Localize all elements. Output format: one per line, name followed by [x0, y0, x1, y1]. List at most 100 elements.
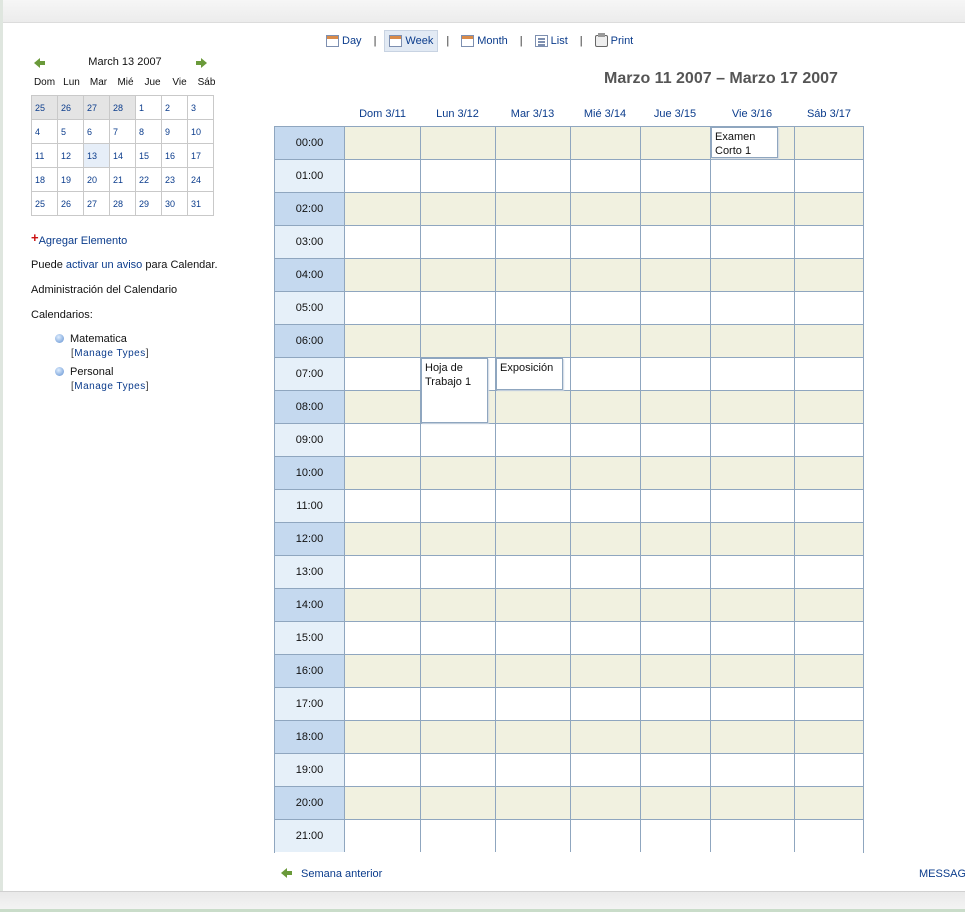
mini-calendar-day[interactable]: 13: [83, 143, 110, 168]
weekday-label: Sáb: [197, 77, 216, 88]
hour-label[interactable]: 11:00: [275, 490, 345, 522]
day-column-header[interactable]: Vie 3/16: [710, 108, 794, 120]
messages-link[interactable]: MESSAGES: [919, 868, 965, 880]
mini-calendar-day[interactable]: 5: [57, 119, 84, 144]
mini-calendar-day[interactable]: 17: [187, 143, 214, 168]
calendar-event[interactable]: Hoja de Trabajo 1: [421, 358, 488, 423]
hour-label[interactable]: 19:00: [275, 754, 345, 786]
hour-label[interactable]: 14:00: [275, 589, 345, 621]
next-month-arrow-icon[interactable]: [195, 58, 207, 68]
hour-label[interactable]: 16:00: [275, 655, 345, 687]
hour-label[interactable]: 02:00: [275, 193, 345, 225]
day-column-header[interactable]: Mar 3/13: [495, 108, 570, 120]
mini-calendar-day[interactable]: 19: [57, 167, 84, 192]
hour-row: 05:00: [275, 292, 863, 325]
week-grid: 00:00 01:00 02:00 03:00 04:00 05:00 06:00 07:00…: [274, 126, 864, 853]
mini-calendar-day[interactable]: 8: [135, 119, 162, 144]
hour-label[interactable]: 06:00: [275, 325, 345, 357]
hour-label[interactable]: 09:00: [275, 424, 345, 456]
mini-calendar-day[interactable]: 25: [31, 191, 58, 216]
calendar-item-personal[interactable]: Personal: [55, 366, 113, 378]
calendar-event[interactable]: Exposición: [496, 358, 563, 390]
day-column-header[interactable]: Mié 3/14: [570, 108, 640, 120]
mini-calendar-day[interactable]: 9: [161, 119, 188, 144]
hour-row: 07:00: [275, 358, 863, 391]
mini-calendar-day[interactable]: 28: [109, 191, 136, 216]
calendar-event[interactable]: Examen Corto 1: [711, 127, 778, 158]
day-view-button[interactable]: Day: [322, 31, 366, 51]
mini-calendar-day[interactable]: 20: [83, 167, 110, 192]
calendar-admin-link[interactable]: Administración del Calendario: [31, 284, 177, 296]
toolbar-separator: |: [446, 35, 450, 47]
calendar-item-matematica[interactable]: Matematica: [55, 333, 127, 345]
mini-calendar-day[interactable]: 27: [83, 191, 110, 216]
mini-calendar-day[interactable]: 10: [187, 119, 214, 144]
add-item-link[interactable]: +Agregar Elemento: [31, 230, 127, 247]
list-view-button[interactable]: List: [531, 31, 572, 51]
hour-label[interactable]: 21:00: [275, 820, 345, 852]
mini-calendar-day[interactable]: 12: [57, 143, 84, 168]
hour-label[interactable]: 01:00: [275, 160, 345, 192]
hour-label[interactable]: 08:00: [275, 391, 345, 423]
notice-prefix: Puede: [31, 259, 66, 271]
day-column-header[interactable]: Jue 3/15: [640, 108, 710, 120]
day-column-header[interactable]: Sáb 3/17: [794, 108, 864, 120]
mini-calendar-day[interactable]: 25: [31, 95, 58, 120]
hour-label[interactable]: 04:00: [275, 259, 345, 291]
mini-calendar-day[interactable]: 15: [135, 143, 162, 168]
mini-calendar-day[interactable]: 21: [109, 167, 136, 192]
mini-calendar-day[interactable]: 3: [187, 95, 214, 120]
mini-calendar-day[interactable]: 26: [57, 191, 84, 216]
manage-types-link[interactable]: Manage Types: [74, 348, 145, 359]
print-button[interactable]: Print: [591, 31, 638, 51]
mini-calendar-day[interactable]: 1: [135, 95, 162, 120]
hour-label[interactable]: 20:00: [275, 787, 345, 819]
day-column-header[interactable]: Lun 3/12: [420, 108, 495, 120]
hour-label[interactable]: 03:00: [275, 226, 345, 258]
mini-calendar-day[interactable]: 18: [31, 167, 58, 192]
weekday-label: Mar: [89, 77, 108, 88]
hour-label[interactable]: 00:00: [275, 127, 345, 159]
print-label: Print: [610, 35, 634, 47]
mini-calendar-day[interactable]: 27: [83, 95, 110, 120]
week-range-title: Marzo 11 2007 – Marzo 17 2007: [604, 70, 838, 87]
mini-calendar-day[interactable]: 31: [187, 191, 214, 216]
mini-calendar-day[interactable]: 14: [109, 143, 136, 168]
mini-calendar-day[interactable]: 28: [109, 95, 136, 120]
mini-calendar-day[interactable]: 29: [135, 191, 162, 216]
top-bar: [0, 0, 965, 23]
mini-calendar-week: 25 26 27 28 29 30 31: [31, 191, 214, 216]
mini-calendar-day[interactable]: 26: [57, 95, 84, 120]
list-icon: [534, 35, 548, 47]
activate-notice-link[interactable]: activar un aviso: [66, 259, 142, 271]
mini-calendar-day[interactable]: 22: [135, 167, 162, 192]
hour-label[interactable]: 17:00: [275, 688, 345, 720]
hour-label[interactable]: 13:00: [275, 556, 345, 588]
day-column-header[interactable]: Dom 3/11: [345, 108, 420, 120]
hour-row: 21:00: [275, 820, 863, 853]
mini-calendar-day[interactable]: 23: [161, 167, 188, 192]
hour-label[interactable]: 10:00: [275, 457, 345, 489]
mini-calendar-day[interactable]: 16: [161, 143, 188, 168]
hour-row: 02:00: [275, 193, 863, 226]
hour-label[interactable]: 05:00: [275, 292, 345, 324]
mini-calendar-day[interactable]: 2: [161, 95, 188, 120]
hour-label[interactable]: 12:00: [275, 523, 345, 555]
previous-week-link[interactable]: Semana anterior: [281, 868, 382, 880]
mini-calendar-day[interactable]: 7: [109, 119, 136, 144]
week-view-button[interactable]: Week: [384, 30, 439, 52]
mini-calendar-day[interactable]: 4: [31, 119, 58, 144]
mini-calendar-day[interactable]: 24: [187, 167, 214, 192]
hour-row: 01:00: [275, 160, 863, 193]
view-toolbar: Day | Week | Month | List | Print: [322, 30, 637, 52]
hour-label[interactable]: 15:00: [275, 622, 345, 654]
mini-calendar-week: 4 5 6 7 8 9 10: [31, 119, 214, 144]
month-view-button[interactable]: Month: [457, 31, 512, 51]
manage-types-link[interactable]: Manage Types: [74, 381, 145, 392]
hour-label[interactable]: 07:00: [275, 358, 345, 390]
mini-calendar-day[interactable]: 11: [31, 143, 58, 168]
hour-label[interactable]: 18:00: [275, 721, 345, 753]
mini-calendar-day[interactable]: 30: [161, 191, 188, 216]
mini-calendar-day[interactable]: 6: [83, 119, 110, 144]
hour-row: 10:00: [275, 457, 863, 490]
